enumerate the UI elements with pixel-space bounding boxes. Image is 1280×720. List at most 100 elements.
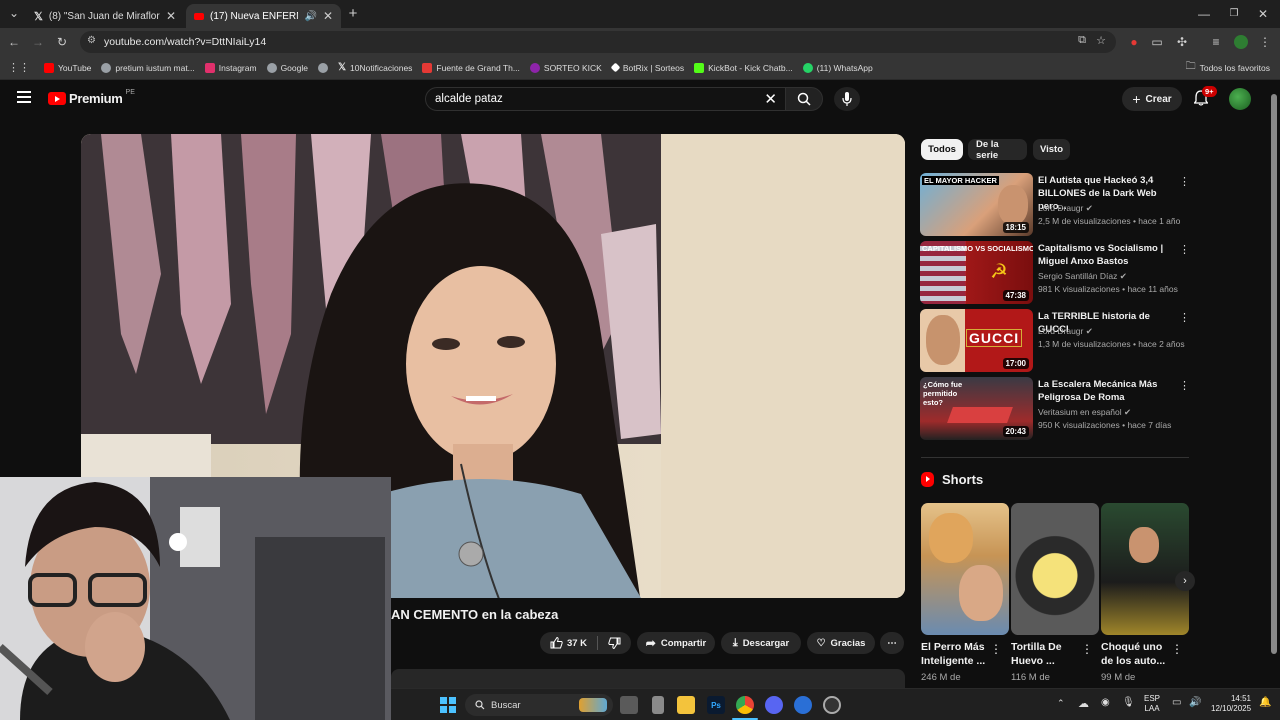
close-window-icon[interactable]: ✕ <box>1253 0 1273 28</box>
app-icon[interactable] <box>794 696 812 714</box>
taskbar-search[interactable]: Buscar <box>465 694 613 716</box>
user-avatar[interactable] <box>1229 88 1251 110</box>
bookmark-item[interactable]: Google <box>266 62 308 73</box>
bookmark-item[interactable]: YouTube <box>44 62 91 73</box>
more-options-icon[interactable]: ⋮ <box>1179 243 1190 256</box>
hamburger-menu-icon[interactable] <box>17 91 31 103</box>
bookmark-item[interactable]: KickBot - Kick Chatb... <box>694 62 793 73</box>
cloud-icon[interactable]: ☁ <box>1078 697 1089 710</box>
tab-active[interactable]: (17) Nueva ENFERMEDAD E 🔊 ✕ <box>186 4 341 28</box>
short-thumbnail[interactable] <box>1101 503 1189 635</box>
app-tray-icon[interactable]: ◉ <box>1101 697 1110 708</box>
bookmark-item[interactable]: SORTEO KICK <box>529 62 602 73</box>
related-video[interactable]: CAPITALISMO VS SOCIALISMO ☭ 47:38 Capita… <box>920 241 1190 305</box>
show-hidden-icons-icon[interactable]: ⌃ <box>1057 698 1065 709</box>
notifications-button[interactable]: 9+ <box>1193 86 1217 111</box>
short-thumbnail[interactable] <box>921 503 1009 635</box>
restore-icon[interactable]: ❐ <box>1224 0 1244 28</box>
search-input[interactable]: alcalde pataz ✕ <box>425 87 785 111</box>
tab-search-icon[interactable]: ⌄ <box>4 0 24 27</box>
bookmark-item[interactable]: BotRix | Sorteos <box>610 63 684 73</box>
channel-name[interactable]: Lord Draugr ✔ <box>1038 203 1093 214</box>
app-icon[interactable] <box>823 696 841 714</box>
task-view-icon[interactable] <box>620 696 638 714</box>
new-tab-icon[interactable]: + <box>343 0 363 28</box>
youtube-premium-logo[interactable]: Premium PE <box>48 89 135 106</box>
clear-search-icon[interactable]: ✕ <box>764 90 777 108</box>
tab-inactive[interactable]: 𝕏 (8) "San Juan de Miraflores" - B ✕ <box>26 4 184 28</box>
extension-icon[interactable]: ● <box>1124 28 1144 56</box>
notifications-bell-icon[interactable]: 🔔 <box>1259 697 1271 708</box>
video-thumbnail[interactable]: ¿Cómo fue permitido esto? 20:43 <box>920 377 1033 440</box>
video-thumbnail[interactable]: EL MAYOR HACKER 18:15 <box>920 173 1033 236</box>
more-options-icon[interactable]: ⋮ <box>1179 379 1190 392</box>
more-options-icon[interactable]: ⋮ <box>1179 311 1190 324</box>
shorts-next-arrow-icon[interactable]: › <box>1175 571 1195 591</box>
video-thumbnail[interactable]: GUCCI 17:00 <box>920 309 1033 372</box>
channel-name[interactable]: Veritasium en español ✔ <box>1038 407 1131 418</box>
short-title[interactable]: El Perro Más Inteligente ... <box>921 640 995 668</box>
all-bookmarks-folder[interactable]: 🗀 Todos los favoritos <box>1186 59 1270 76</box>
share-button[interactable]: ➦ Compartir <box>637 632 715 654</box>
create-button[interactable]: + Crear <box>1122 87 1182 111</box>
close-tab-icon[interactable]: ✕ <box>166 9 176 23</box>
bookmark-item[interactable]: Fuente de Grand Th... <box>422 62 520 73</box>
short-title[interactable]: Choqué uno de los auto... <box>1101 640 1175 668</box>
volume-icon[interactable]: 🔊 <box>1189 697 1201 708</box>
reading-list-icon[interactable]: ≡ <box>1206 28 1226 56</box>
more-options-icon[interactable]: ⋮ <box>990 642 1002 656</box>
more-options-icon[interactable]: ⋮ <box>1081 642 1093 656</box>
bookmark-item[interactable]: Instagram <box>204 62 257 73</box>
extensions-puzzle-icon[interactable]: ✣ <box>1172 28 1192 56</box>
app-icon[interactable] <box>652 696 664 714</box>
more-options-icon[interactable]: ⋮ <box>1179 175 1190 188</box>
related-video[interactable]: EL MAYOR HACKER 18:15 El Autista que Hac… <box>920 173 1190 237</box>
channel-name[interactable]: Sergio Santillán Díaz ✔ <box>1038 271 1127 282</box>
download-button[interactable]: ⤓ Descargar <box>721 632 801 654</box>
chip-todos[interactable]: Todos <box>921 139 963 160</box>
apps-grid-icon[interactable]: ⋮⋮ <box>8 61 30 74</box>
page-scrollbar[interactable] <box>1270 86 1278 686</box>
bookmark-star-icon[interactable]: ☆ <box>1096 34 1106 47</box>
chip-visto[interactable]: Visto <box>1033 139 1070 160</box>
more-options-icon[interactable]: ⋮ <box>1171 642 1183 656</box>
browser-menu-icon[interactable]: ⋮ <box>1255 28 1275 56</box>
thumbs-down-icon[interactable] <box>608 637 621 649</box>
description-box[interactable] <box>391 669 905 689</box>
video-title[interactable]: La Escalera Mecánica Más Peligrosa De Ro… <box>1038 378 1176 404</box>
bookmark-item[interactable]: (11) WhatsApp <box>802 62 873 73</box>
channel-name[interactable]: Lord Draugr ✔ <box>1038 326 1093 337</box>
like-button[interactable]: 37 K <box>550 637 587 649</box>
bookmark-item[interactable] <box>317 62 328 73</box>
address-bar[interactable]: ⚙ youtube.com/watch?v=DttNIaiLy14 ⧉ ☆ <box>80 31 1116 53</box>
forward-icon[interactable]: → <box>28 28 48 56</box>
short-title[interactable]: Tortilla De Huevo ... <box>1011 640 1085 668</box>
start-menu-icon[interactable] <box>440 697 456 713</box>
speaker-icon[interactable]: 🔊 <box>304 11 316 22</box>
discord-icon[interactable] <box>765 696 783 714</box>
chip-de-la-serie[interactable]: De la serie <box>968 139 1027 161</box>
close-tab-icon[interactable]: ✕ <box>323 9 333 23</box>
file-explorer-icon[interactable] <box>677 696 695 714</box>
related-video[interactable]: GUCCI 17:00 La TERRIBLE historia de GUCC… <box>920 309 1190 373</box>
reload-icon[interactable]: ↻ <box>52 28 72 56</box>
thanks-button[interactable]: ♡ Gracias <box>807 632 875 654</box>
network-icon[interactable]: ▭ <box>1172 697 1181 708</box>
profile-avatar[interactable] <box>1234 35 1248 49</box>
clock[interactable]: 14:51 12/10/2025 <box>1211 694 1251 714</box>
input-language[interactable]: ESP LAA <box>1144 694 1160 714</box>
minimize-icon[interactable]: — <box>1194 0 1214 28</box>
bookmark-item[interactable]: 𝕏 10Notificaciones <box>338 62 412 73</box>
related-video[interactable]: ¿Cómo fue permitido esto? 20:43 La Escal… <box>920 377 1190 441</box>
microphone-icon[interactable]: 🎙 <box>1122 697 1135 708</box>
chrome-icon[interactable] <box>736 696 754 714</box>
bookmark-item[interactable]: pretium iustum mat... <box>101 62 195 73</box>
site-info-icon[interactable]: ⚙ <box>87 35 96 46</box>
short-thumbnail[interactable] <box>1011 503 1099 635</box>
video-thumbnail[interactable]: CAPITALISMO VS SOCIALISMO ☭ 47:38 <box>920 241 1033 304</box>
voice-search-button[interactable] <box>834 87 860 111</box>
more-actions-button[interactable]: ⋯ <box>880 632 904 654</box>
extension-2-icon[interactable]: ▭ <box>1147 28 1167 56</box>
search-button[interactable] <box>785 87 823 111</box>
video-title[interactable]: Capitalismo vs Socialismo | Miguel Anxo … <box>1038 242 1176 268</box>
